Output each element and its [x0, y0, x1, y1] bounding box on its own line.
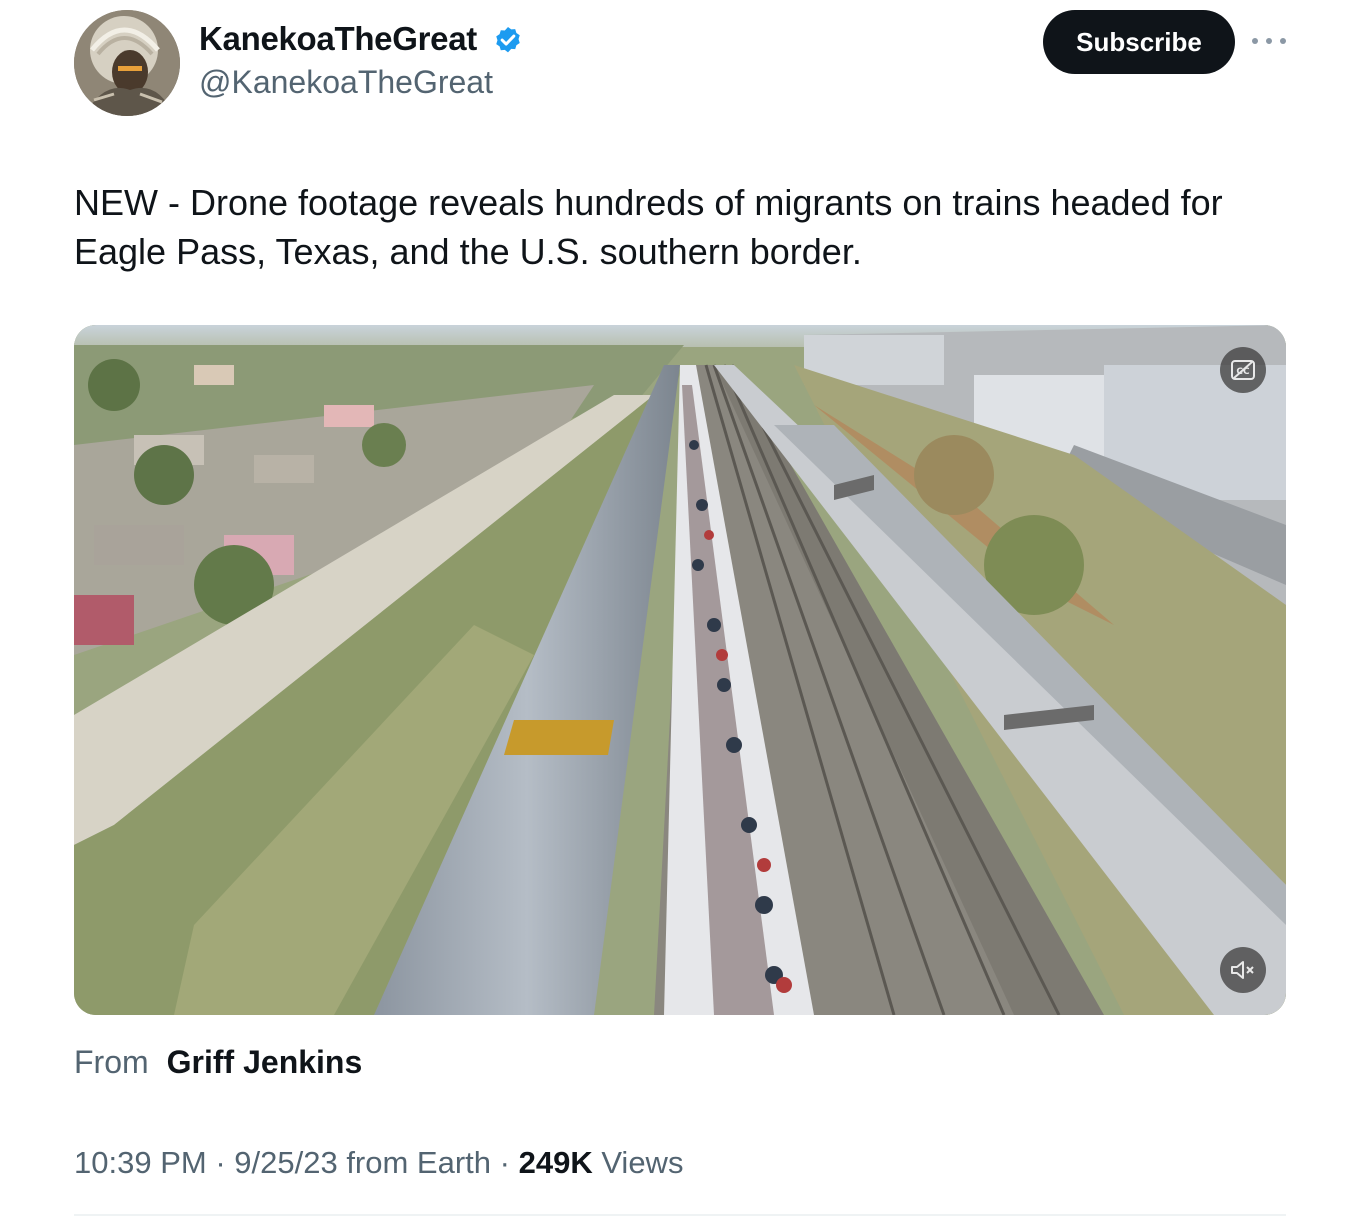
more-icon[interactable]	[1252, 30, 1286, 52]
speaker-glyph	[1231, 961, 1254, 979]
author-handle[interactable]: @KanekoaTheGreat	[199, 64, 493, 101]
views-count[interactable]: 249K	[519, 1145, 593, 1180]
more-dot	[1266, 38, 1272, 44]
timestamp-time[interactable]: 10:39 PM	[74, 1145, 207, 1180]
closed-captions-icon[interactable]: CC	[1220, 347, 1266, 393]
source-name-link[interactable]: Griff Jenkins	[167, 1044, 363, 1080]
more-dot	[1280, 38, 1286, 44]
tweet-text: NEW - Drone footage reveals hundreds of …	[74, 182, 1223, 272]
separator: ·	[491, 1145, 519, 1180]
views-label: Views	[592, 1145, 684, 1180]
tweet-metadata: 10:39 PM · 9/25/23 from Earth · 249K Vie…	[74, 1145, 683, 1181]
subscribe-button[interactable]: Subscribe	[1043, 10, 1235, 74]
separator: ·	[206, 1145, 235, 1180]
avatar[interactable]	[74, 10, 180, 116]
from-label: From	[74, 1044, 149, 1080]
source-client: from Earth	[337, 1145, 492, 1180]
verified-badge-icon	[496, 27, 520, 53]
more-dot	[1252, 38, 1258, 44]
timestamp-date[interactable]: 9/25/23	[234, 1145, 337, 1180]
divider	[74, 1214, 1286, 1216]
author-display-name[interactable]: KanekoaTheGreat	[199, 20, 477, 58]
video-frame	[74, 325, 1286, 1015]
video-attribution: From Griff Jenkins	[74, 1044, 362, 1081]
speaker-muted-icon[interactable]	[1220, 947, 1266, 993]
captions-glyph: CC	[1231, 360, 1255, 380]
video-player[interactable]: CC	[74, 325, 1286, 1015]
